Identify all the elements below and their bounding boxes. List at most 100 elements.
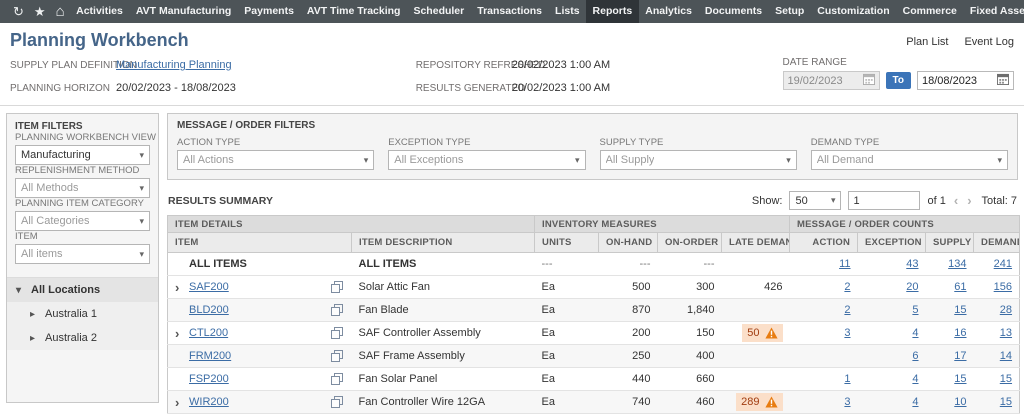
exception-type-select[interactable]: All Exceptions ▾ (388, 150, 586, 170)
exception-count-link[interactable]: 5 (912, 304, 918, 316)
demand-type-select[interactable]: All Demand ▾ (810, 150, 1008, 170)
supply-count-link[interactable]: 134 (948, 258, 966, 270)
supply-count-link[interactable]: 10 (954, 396, 966, 408)
item-filter-select[interactable]: All items ▾ (15, 244, 150, 264)
date-to-input[interactable]: 18/08/2023 (917, 71, 1014, 90)
supply-plan-definition-link[interactable]: Manufacturing Planning (116, 59, 232, 71)
exception-count-link[interactable]: 4 (912, 396, 918, 408)
copy-icon[interactable] (330, 281, 345, 293)
col-header-exception[interactable]: EXCEPTION (857, 232, 927, 253)
late-demand-value: 289 (741, 396, 760, 408)
prev-page-icon[interactable]: ‹ (953, 193, 959, 208)
calendar-icon[interactable] (862, 73, 875, 88)
demand-count-link[interactable]: 15 (1000, 373, 1012, 385)
item-link[interactable]: CTL200 (189, 327, 228, 339)
col-header-action[interactable]: ACTION (789, 232, 859, 253)
tree-node-australia-2[interactable]: ▸ Australia 2 (7, 326, 158, 350)
nav-item-avt-manufacturing[interactable]: AVT Manufacturing (129, 0, 237, 23)
planning-item-category-select[interactable]: All Categories ▾ (15, 211, 150, 231)
replenishment-method-select[interactable]: All Methods ▾ (15, 178, 150, 198)
supply-count-link[interactable]: 16 (954, 327, 966, 339)
tree-expand-icon[interactable]: ▸ (30, 309, 39, 320)
col-header-units[interactable]: UNITS (534, 232, 600, 253)
planning-workbench-view-select[interactable]: Manufacturing ▾ (15, 145, 150, 165)
tree-node-all-locations[interactable]: ▾ All Locations (7, 278, 158, 302)
col-header-demand[interactable]: DEMAND (973, 232, 1021, 253)
home-icon[interactable]: ⌂ (51, 0, 70, 23)
col-header-item-description[interactable]: ITEM DESCRIPTION (350, 232, 536, 253)
action-type-select[interactable]: All Actions ▾ (177, 150, 375, 170)
tree-expand-icon[interactable]: ▸ (30, 333, 39, 344)
expand-chevron-icon[interactable]: › (175, 281, 184, 294)
nav-item-analytics[interactable]: Analytics (639, 0, 699, 23)
date-from-value: 19/02/2023 (787, 74, 843, 87)
copy-icon[interactable] (330, 373, 345, 385)
col-header-item[interactable]: ITEM (167, 232, 352, 253)
chevron-down-icon: ▾ (830, 195, 836, 205)
demand-type-value: All Demand (816, 154, 874, 166)
action-count-link[interactable]: 3 (844, 327, 850, 339)
expand-chevron-icon[interactable]: › (175, 396, 184, 409)
page-number-input[interactable] (848, 191, 921, 210)
action-count-link[interactable]: 2 (844, 304, 850, 316)
demand-count-link[interactable]: 14 (1000, 350, 1012, 362)
copy-icon[interactable] (330, 396, 345, 408)
tree-node-australia-1[interactable]: ▸ Australia 1 (7, 302, 158, 326)
calendar-icon[interactable] (997, 73, 1009, 88)
demand-count-link[interactable]: 156 (994, 281, 1012, 293)
copy-icon[interactable] (330, 304, 345, 316)
plan-list-link[interactable]: Plan List (906, 36, 948, 48)
action-count-link[interactable]: 2 (844, 281, 850, 293)
exception-count-link[interactable]: 4 (912, 327, 918, 339)
supply-count-link[interactable]: 17 (954, 350, 966, 362)
page-size-select[interactable]: 50 ▾ (789, 191, 842, 210)
nav-item-setup[interactable]: Setup (769, 0, 811, 23)
nav-item-transactions[interactable]: Transactions (471, 0, 549, 23)
item-link[interactable]: WIR200 (189, 396, 229, 408)
copy-icon[interactable] (330, 327, 345, 339)
event-log-link[interactable]: Event Log (964, 36, 1014, 48)
supply-count-link[interactable]: 15 (954, 304, 966, 316)
recent-records-icon[interactable]: ↻ (8, 0, 29, 23)
supply-count-link[interactable]: 61 (954, 281, 966, 293)
tree-collapse-icon[interactable]: ▾ (16, 285, 25, 296)
date-from-input[interactable]: 19/02/2023 (782, 71, 880, 90)
nav-item-payments[interactable]: Payments (238, 0, 301, 23)
item-link[interactable]: BLD200 (189, 304, 229, 316)
col-header-on-hand[interactable]: ON-HAND (598, 232, 659, 253)
table-row-wir200: › WIR200 Fan Controller Wire 12GA Ea 740… (167, 390, 1020, 414)
action-count-link[interactable]: 1 (844, 373, 850, 385)
demand-count-link[interactable]: 15 (1000, 396, 1012, 408)
nav-item-fixed-assets[interactable]: Fixed Assets (963, 0, 1024, 23)
date-range-to-badge[interactable]: To (885, 72, 911, 89)
exception-count-link[interactable]: 4 (912, 373, 918, 385)
nav-item-avt-time-tracking[interactable]: AVT Time Tracking (300, 0, 407, 23)
shortcuts-star-icon[interactable]: ★ (29, 0, 51, 23)
supply-count-link[interactable]: 15 (954, 373, 966, 385)
exception-count-link[interactable]: 20 (906, 281, 918, 293)
nav-item-customization[interactable]: Customization (811, 0, 896, 23)
demand-count-link[interactable]: 241 (994, 258, 1012, 270)
copy-icon[interactable] (330, 350, 345, 362)
nav-item-reports[interactable]: Reports (586, 0, 639, 23)
exception-count-link[interactable]: 6 (912, 350, 918, 362)
demand-count-link[interactable]: 13 (1000, 327, 1012, 339)
action-count-link[interactable]: 11 (839, 258, 850, 270)
nav-item-activities[interactable]: Activities (70, 0, 130, 23)
col-header-on-order[interactable]: ON-ORDER (657, 232, 723, 253)
nav-item-lists[interactable]: Lists (549, 0, 587, 23)
expand-chevron-icon[interactable]: › (175, 327, 184, 340)
nav-item-documents[interactable]: Documents (698, 0, 768, 23)
col-header-supply[interactable]: SUPPLY (925, 232, 975, 253)
action-count-link[interactable]: 3 (844, 396, 850, 408)
nav-item-commerce[interactable]: Commerce (896, 0, 963, 23)
next-page-icon[interactable]: › (966, 193, 972, 208)
item-link[interactable]: FSP200 (189, 373, 229, 385)
supply-type-select[interactable]: All Supply ▾ (599, 150, 797, 170)
demand-count-link[interactable]: 28 (1000, 304, 1012, 316)
exception-count-link[interactable]: 43 (906, 258, 918, 270)
col-header-late-demand[interactable]: LATE DEMAND (721, 232, 791, 253)
item-link[interactable]: SAF200 (189, 281, 229, 293)
nav-item-scheduler[interactable]: Scheduler (407, 0, 471, 23)
item-link[interactable]: FRM200 (189, 350, 231, 362)
